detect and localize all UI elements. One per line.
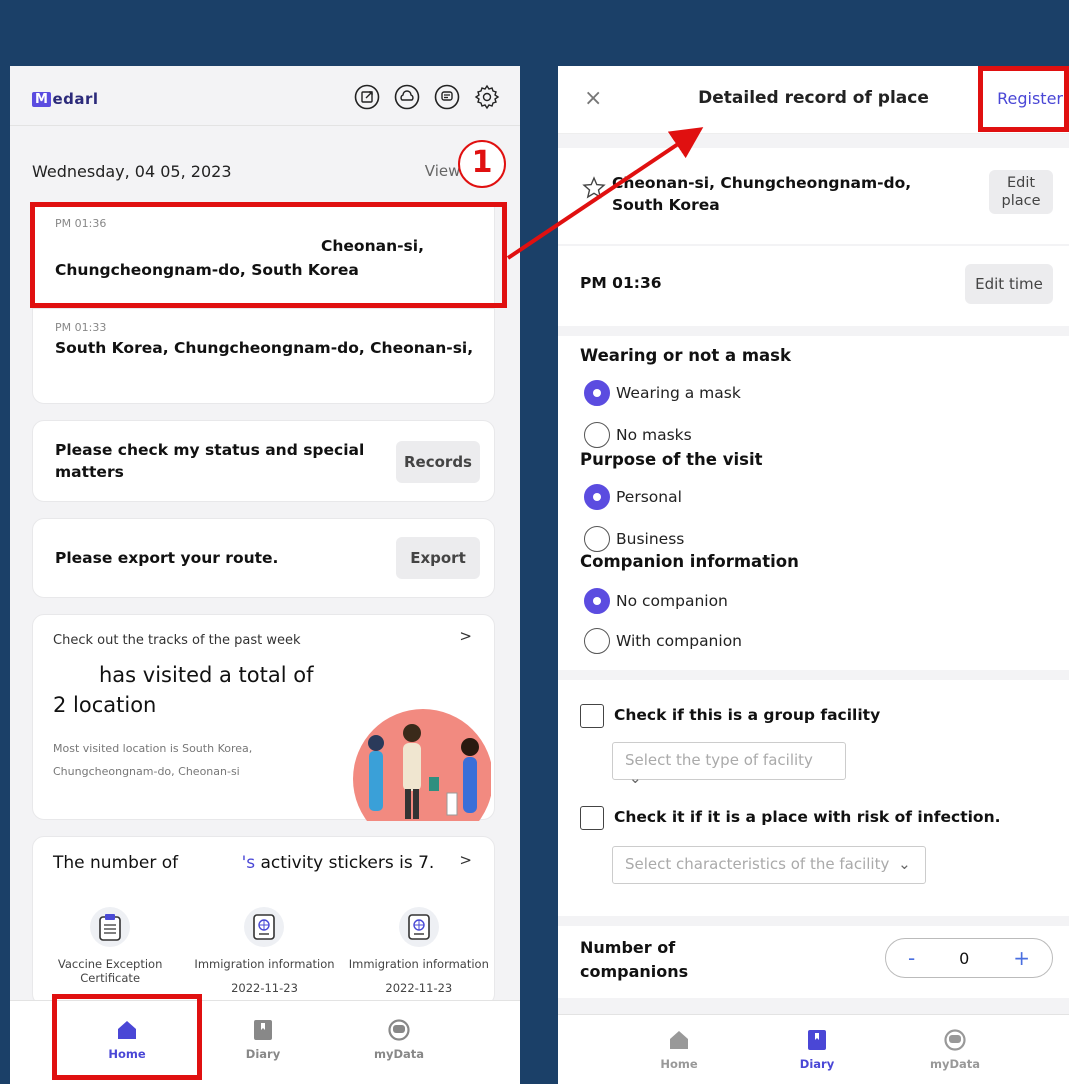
arrow-annotation: [506, 127, 704, 260]
